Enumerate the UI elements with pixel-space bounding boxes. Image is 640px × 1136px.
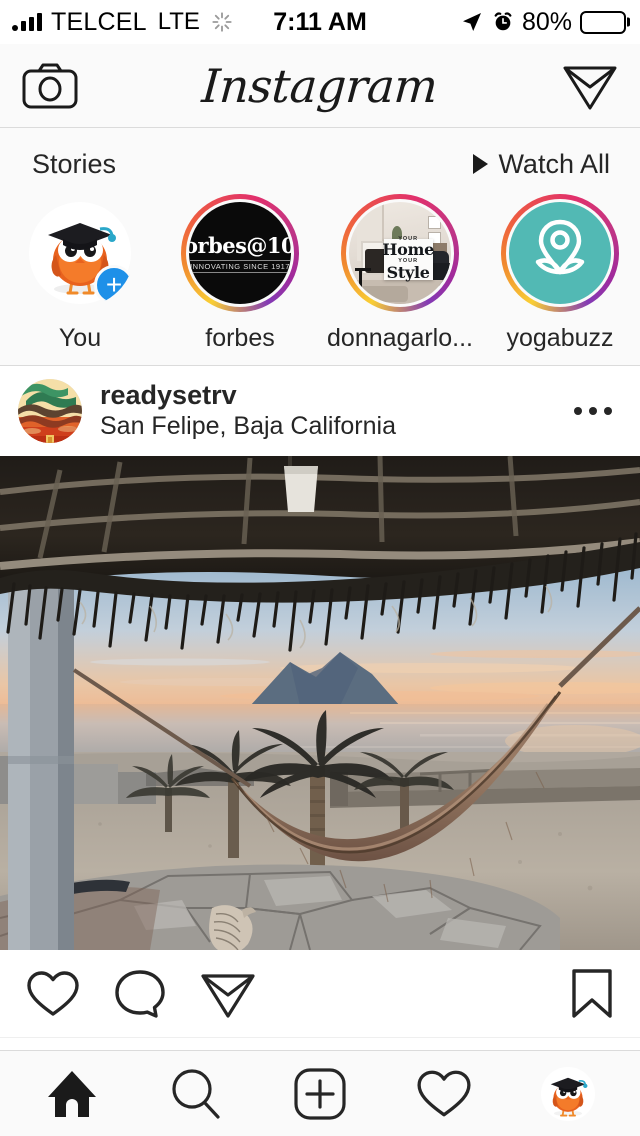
network-type-label: LTE (157, 8, 200, 35)
story-avatar-wrapper: Forbes@100 INNOVATING SINCE 1917 (186, 199, 294, 307)
tab-home[interactable] (24, 1051, 120, 1136)
location-arrow-icon (460, 10, 484, 34)
owl-graduate-avatar (541, 1066, 595, 1121)
instagram-wordmark: Instagram (200, 58, 440, 113)
story-item-donnagarlo[interactable]: YOUR Home YOUR Style donnagarlo... (320, 194, 480, 353)
forbes-logo-avatar: Forbes@100 INNOVATING SINCE 1917 (189, 202, 291, 304)
heart-icon (416, 1069, 472, 1119)
battery-icon (580, 10, 626, 34)
home-style-card: YOUR Home YOUR Style (382, 236, 434, 282)
signal-bars-icon (12, 13, 42, 31)
post-meta: readysetrv San Felipe, Baja California (100, 380, 396, 441)
story-ring (501, 194, 619, 312)
like-heart-icon[interactable] (26, 970, 80, 1018)
carrier-label: TELCEL (51, 7, 147, 36)
story-item-you[interactable]: + You (0, 194, 160, 353)
post-action-bar (0, 950, 640, 1038)
save-bookmark-icon[interactable] (570, 968, 614, 1020)
post-options-ellipsis-icon[interactable] (570, 395, 616, 427)
comment-bubble-icon[interactable] (114, 969, 166, 1019)
stories-title: Stories (32, 148, 117, 179)
story-item-forbes[interactable]: Forbes@100 INNOVATING SINCE 1917 forbes (160, 194, 320, 353)
post-photo-artwork (0, 456, 640, 950)
watch-all-label: Watch All (498, 148, 610, 179)
yoga-lotus-avatar (509, 202, 611, 304)
forbes-logo-title: Forbes@100 (189, 233, 291, 258)
story-avatar-wrapper: + (26, 199, 134, 307)
instagram-app-screen: TELCEL LTE 7:11 AM 80% Instagram Stories… (0, 0, 640, 1136)
tab-search[interactable] (148, 1051, 244, 1136)
story-avatar-wrapper (506, 199, 614, 307)
direct-message-paper-plane-icon[interactable] (562, 61, 618, 111)
spinner-icon (211, 11, 233, 33)
interior-room-avatar: YOUR Home YOUR Style (349, 202, 451, 304)
stories-header: Stories Watch All (0, 142, 640, 186)
camera-icon[interactable] (22, 63, 78, 109)
add-story-badge[interactable]: + (94, 265, 134, 305)
post-header: readysetrv San Felipe, Baja California (0, 366, 640, 456)
tab-activity[interactable] (396, 1051, 492, 1136)
story-label: donnagarlo... (327, 324, 473, 352)
story-label: yogabuzz (506, 324, 614, 352)
post-photo[interactable] (0, 456, 640, 950)
story-label: forbes (205, 324, 275, 352)
story-ring: Forbes@100 INNOVATING SINCE 1917 (181, 194, 299, 312)
alarm-clock-icon (492, 11, 514, 33)
status-bar-left: TELCEL LTE (12, 8, 233, 37)
tab-profile[interactable] (520, 1051, 616, 1136)
plus-square-icon (293, 1067, 347, 1121)
status-bar-right: 80% (460, 8, 626, 37)
story-ring: YOUR Home YOUR Style (341, 194, 459, 312)
card-line-4: Style (386, 262, 430, 282)
bottom-tab-bar (0, 1050, 640, 1136)
share-paper-plane-icon[interactable] (200, 969, 256, 1019)
card-line-2: Home (382, 240, 434, 260)
home-icon (44, 1067, 100, 1121)
story-avatar-wrapper: YOUR Home YOUR Style (346, 199, 454, 307)
post-author-avatar[interactable] (18, 379, 82, 443)
story-item-yogabuzz[interactable]: yogabuzz (480, 194, 640, 353)
magnifier-icon (169, 1067, 223, 1121)
post-location[interactable]: San Felipe, Baja California (100, 412, 396, 441)
stories-rail[interactable]: + You Forbes@100 INNOVATING SINCE 1917 (0, 186, 640, 357)
battery-percent-label: 80% (521, 7, 572, 36)
play-triangle-icon (473, 154, 489, 174)
post-username[interactable]: readysetrv (100, 380, 396, 411)
status-bar: TELCEL LTE 7:11 AM 80% (0, 0, 640, 44)
tab-add-post[interactable] (272, 1051, 368, 1136)
stories-section: Stories Watch All + You orbes@10 INNOVAT… (0, 128, 640, 366)
watch-all-button[interactable]: Watch All (473, 149, 610, 180)
story-ring: + (21, 194, 139, 312)
app-header: Instagram (0, 44, 640, 128)
feed-post: readysetrv San Felipe, Baja California (0, 366, 640, 1038)
story-label: You (58, 324, 102, 352)
forbes-logo-subtitle: INNOVATING SINCE 1917 (190, 260, 290, 273)
